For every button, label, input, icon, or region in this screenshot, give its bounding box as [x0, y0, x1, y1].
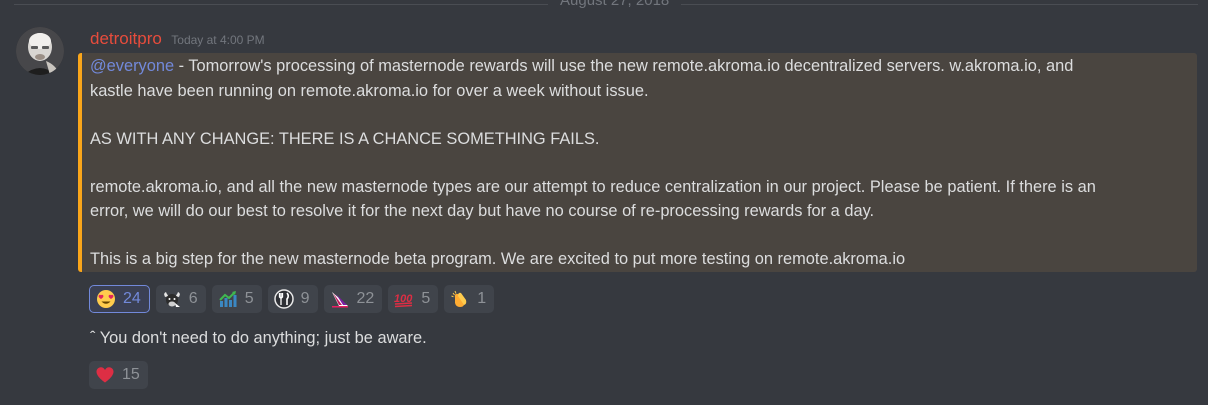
message-header: detroitpro Today at 4:00 PM	[90, 28, 265, 50]
bull-emoji-icon	[163, 292, 180, 307]
reaction-heart-eyes[interactable]: 24	[89, 285, 150, 313]
message-line-1: @everyone - Tomorrow's processing of mas…	[90, 54, 1188, 79]
reaction-count: 24	[123, 290, 141, 307]
reaction-count: 9	[300, 290, 310, 307]
followup-reaction-bar: 15	[89, 361, 148, 389]
avatar[interactable]	[16, 27, 64, 75]
message-text-p1: - Tomorrow's processing of masternode re…	[174, 57, 1074, 75]
reaction-akroma[interactable]: 22	[323, 285, 383, 313]
reaction-count: 1	[477, 290, 487, 307]
username[interactable]: detroitpro	[90, 29, 162, 48]
reaction-heart[interactable]: 15	[89, 361, 148, 389]
reaction-count: 6	[188, 290, 198, 307]
reaction-count: 15	[122, 366, 140, 383]
divider-date: August 27, 2018	[548, 0, 682, 9]
chart-increasing-emoji-icon	[218, 291, 237, 307]
reaction-count: 22	[356, 290, 375, 307]
followup-message: ˆ You don't need to do anything; just be…	[90, 329, 427, 347]
reaction-fork-knife[interactable]: 9	[267, 285, 318, 313]
message-p3-line-2: error, we will do our best to resolve it…	[90, 202, 875, 220]
message-p4: This is a big step for the new masternod…	[90, 250, 906, 268]
message-line-2: kastle have been running on remote.akrom…	[90, 82, 649, 100]
chat-view: August 27, 2018 detroitpro Today at 4:00…	[0, 0, 1208, 405]
hundred-points-emoji-icon: 100	[394, 293, 414, 308]
reaction-clap[interactable]: 1	[444, 285, 495, 313]
red-heart-emoji-icon	[96, 367, 114, 383]
reaction-count: 5	[244, 290, 254, 307]
reaction-bull[interactable]: 6	[155, 285, 206, 313]
message-warning: AS WITH ANY CHANGE: THERE IS A CHANCE SO…	[90, 130, 600, 148]
date-divider: August 27, 2018	[14, 0, 1198, 10]
avatar-image	[16, 27, 64, 75]
reaction-chart[interactable]: 5	[211, 285, 262, 313]
fork-knife-emoji-icon	[273, 289, 294, 309]
reaction-bar: 24 6 5 9 22 100 5 1	[89, 285, 495, 313]
heart-eyes-emoji-icon	[97, 290, 115, 308]
timestamp: Today at 4:00 PM	[171, 33, 265, 47]
reaction-count: 5	[421, 290, 431, 307]
reaction-hundred[interactable]: 100 5	[388, 285, 439, 313]
message-p3-line-1: remote.akroma.io, and all the new master…	[90, 178, 1096, 196]
mention-everyone[interactable]: @everyone	[90, 57, 174, 75]
clapping-hands-emoji-icon	[451, 290, 467, 307]
akroma-logo-emoji-icon	[331, 292, 348, 308]
